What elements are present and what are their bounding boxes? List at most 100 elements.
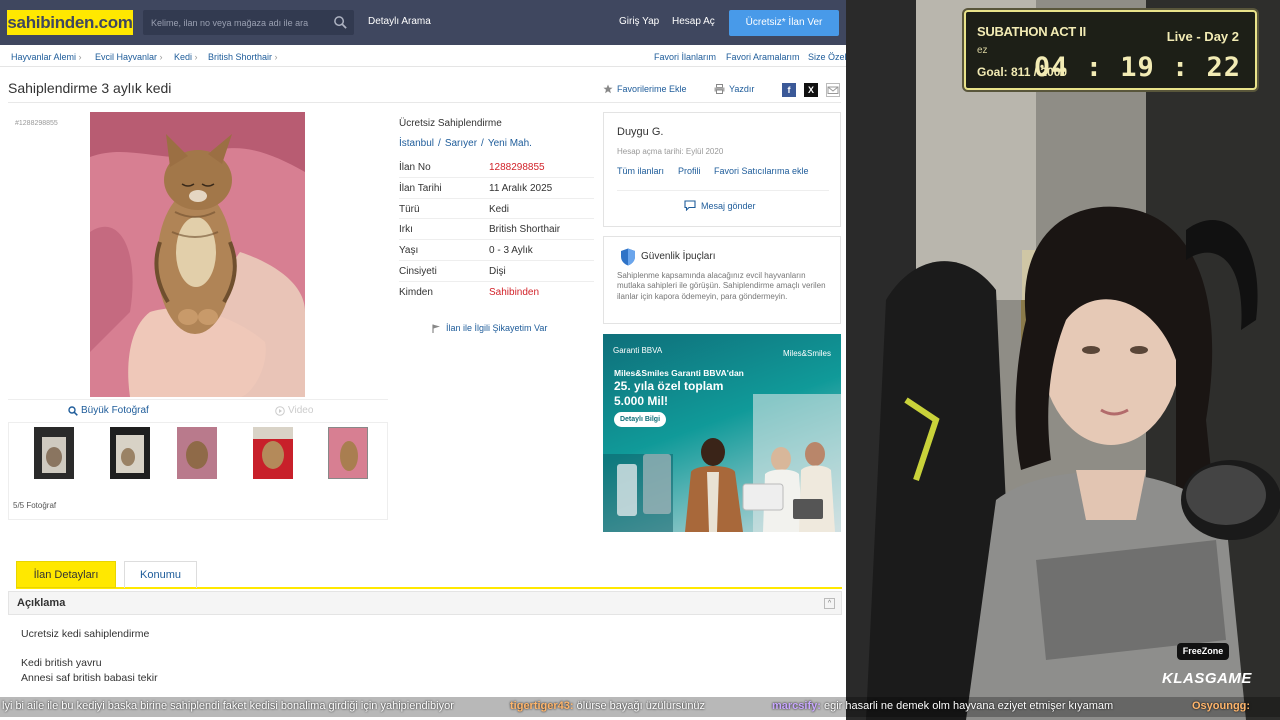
collapse-icon[interactable]: ^ (824, 598, 835, 609)
sponsor-logo: KLASGAME (1162, 670, 1252, 687)
for-you-link[interactable]: Size Özel (808, 52, 846, 62)
add-favorite-link[interactable]: Favorilerime Ekle (603, 84, 687, 94)
safety-tips: Güvenlik İpuçları Sahiplenme kapsamında … (603, 236, 841, 324)
breadcrumb-item[interactable]: Evcil Hayvanlar › (95, 52, 163, 62)
printer-icon (714, 84, 725, 94)
detail-row: İlan Tarihi 11 Aralık 2025 (399, 178, 594, 199)
detailed-search-link[interactable]: Detaylı Arama (368, 16, 431, 27)
tab-location[interactable]: Konumu (124, 561, 197, 588)
breadcrumb: Hayvanlar Alemi › Evcil Hayvanlar › Kedi… (0, 45, 846, 67)
detail-row: Yaşı 0 - 3 Aylık (399, 240, 594, 261)
ad-details-button[interactable]: Detaylı Bilgi (614, 412, 666, 427)
location-neighborhood[interactable]: Yeni Mah. (488, 138, 532, 149)
email-share-icon[interactable] (826, 83, 840, 97)
detail-value: Kedi (489, 203, 510, 215)
seller-profile-link[interactable]: Profili (678, 166, 701, 176)
play-icon (275, 405, 285, 416)
webcam-feed (846, 0, 1280, 720)
live-day-label: Live - Day 2 (1166, 29, 1239, 44)
safety-text: Sahiplenme kapsamında alacağınız evcil h… (617, 271, 826, 301)
subathon-title: SUBATHON ACT II (977, 24, 1086, 39)
photo-thumbnail[interactable] (34, 427, 74, 479)
detail-key: Türü (399, 203, 420, 215)
breadcrumb-item[interactable]: Hayvanlar Alemi › (11, 52, 82, 62)
description-header: Açıklama ^ (8, 591, 842, 615)
detail-key: İlan No (399, 162, 431, 173)
ad-headline: 25. yıla özel toplam (614, 379, 724, 393)
facebook-share-icon[interactable]: f (782, 83, 796, 97)
detail-value: Sahibinden (489, 286, 540, 298)
big-photo-label: Büyük Fotoğraf (81, 405, 149, 416)
breadcrumb-item[interactable]: British Shorthair › (208, 52, 278, 62)
seller-since: Hesap açma tarihi: Eylül 2020 (617, 147, 724, 156)
title-divider (8, 102, 841, 103)
chat-user: Osyoungg: (1192, 700, 1251, 712)
register-link[interactable]: Hesap Aç (672, 16, 715, 27)
detail-value: Dişi (489, 265, 506, 277)
detail-key: İlan Tarihi (399, 182, 442, 194)
big-photo-button[interactable]: Büyük Fotoğraf (68, 405, 149, 416)
search-icon[interactable] (333, 15, 348, 30)
advertisement-banner[interactable]: Garanti BBVA Miles&Smiles Miles&Smiles G… (603, 334, 841, 532)
location-city[interactable]: İstanbul (399, 138, 434, 149)
photo-count: 5/5 Fotoğraf (13, 501, 57, 510)
breadcrumb-item[interactable]: Kedi › (174, 52, 198, 62)
description-title: Açıklama (17, 597, 66, 609)
chat-text: egir hasarli ne demek olm hayvana eziyet… (823, 700, 1114, 712)
listing-category: Ücretsiz Sahiplendirme (399, 118, 502, 129)
star-icon (603, 84, 613, 94)
details-table: İlan No 1288298855 İlan Tarihi 11 Aralık 2… (399, 157, 594, 303)
subathon-subtitle: ez (977, 45, 988, 56)
detail-key: Cinsiyeti (399, 265, 437, 277)
chat-ticker: lyi bi aile ile bu kediyi baska birine s… (0, 697, 1280, 717)
subathon-timer: 04 : 19 : 22 (1033, 52, 1241, 83)
chat-message: lyi bi aile ile bu kediyi baska birine s… (2, 700, 454, 712)
description-line: Ucretsiz kedi sahiplendirme (21, 628, 150, 640)
page-title: Sahiplendirme 3 aylık kedi (8, 80, 172, 96)
listing-id-label: #1288298855 (15, 120, 58, 127)
tab-listing-details[interactable]: İlan Detayları (16, 561, 116, 588)
chat-text: ölürse bayağı üzülürsünüz (576, 700, 706, 712)
detail-tabs: İlan Detayları Konumu (16, 561, 842, 589)
send-message-button[interactable]: Mesaj gönder (684, 200, 756, 211)
site-header: sahibinden.com Detaylı Arama Giriş Yap H… (0, 0, 846, 45)
ad-image (603, 394, 841, 532)
video-button[interactable]: Video (275, 405, 313, 416)
detail-key: Yaşı (399, 245, 419, 257)
detail-row: Irkı British Shorthair (399, 219, 594, 241)
print-link[interactable]: Yazdır (714, 84, 754, 94)
seller-all-ads-link[interactable]: Tüm ilanları (617, 166, 664, 176)
add-favorite-label: Favorilerime Ekle (617, 84, 687, 94)
chat-user: marcsify: (772, 700, 821, 712)
chat-message: tigertiger43: ölürse bayağı üzülürsünüz (510, 700, 705, 712)
video-label: Video (288, 405, 314, 416)
main-photo[interactable] (90, 112, 305, 397)
report-listing-link[interactable]: İlan ile İlgili Şikayetim Var (432, 323, 547, 333)
favorite-searches-link[interactable]: Favori Aramalarım (726, 52, 800, 62)
freezone-logo: FreeZone (1177, 643, 1229, 660)
post-ad-button[interactable]: Ücretsiz* İlan Ver (729, 10, 839, 36)
photo-thumbnail[interactable] (110, 427, 150, 479)
detail-row: Türü Kedi (399, 199, 594, 220)
login-link[interactable]: Giriş Yap (619, 16, 659, 27)
detail-row: Cinsiyeti Dişi (399, 261, 594, 282)
favorite-ads-link[interactable]: Favori İlanlarım (654, 52, 716, 62)
detail-value: British Shorthair (489, 224, 561, 236)
search-box (143, 10, 354, 35)
photo-thumbnail[interactable] (177, 427, 217, 479)
ad-partner: Miles&Smiles (782, 349, 831, 358)
chat-message: marcsify: egir hasarli ne demek olm hayv… (772, 700, 1113, 712)
search-input[interactable] (143, 10, 323, 35)
listing-info: Ücretsiz Sahiplendirme İstanbul / Sarıyer /… (399, 118, 594, 303)
photo-thumbnail[interactable] (253, 427, 293, 479)
favorite-seller-link[interactable]: Favori Satıcılarıma ekle (714, 166, 809, 176)
photo-thumbnail-selected[interactable] (328, 427, 368, 479)
x-share-icon[interactable]: X (804, 83, 818, 97)
description-line: Kedi british yavru (21, 657, 102, 669)
browser-page: sahibinden.com Detaylı Arama Giriş Yap H… (0, 0, 846, 720)
subathon-widget: SUBATHON ACT II Live - Day 2 ez Goal: 81… (964, 10, 1257, 90)
detail-value: 11 Aralık 2025 (489, 182, 553, 194)
site-logo[interactable]: sahibinden.com (7, 10, 133, 35)
location-district[interactable]: Sarıyer (445, 138, 477, 149)
chat-message: Osyoungg: (1192, 700, 1250, 712)
